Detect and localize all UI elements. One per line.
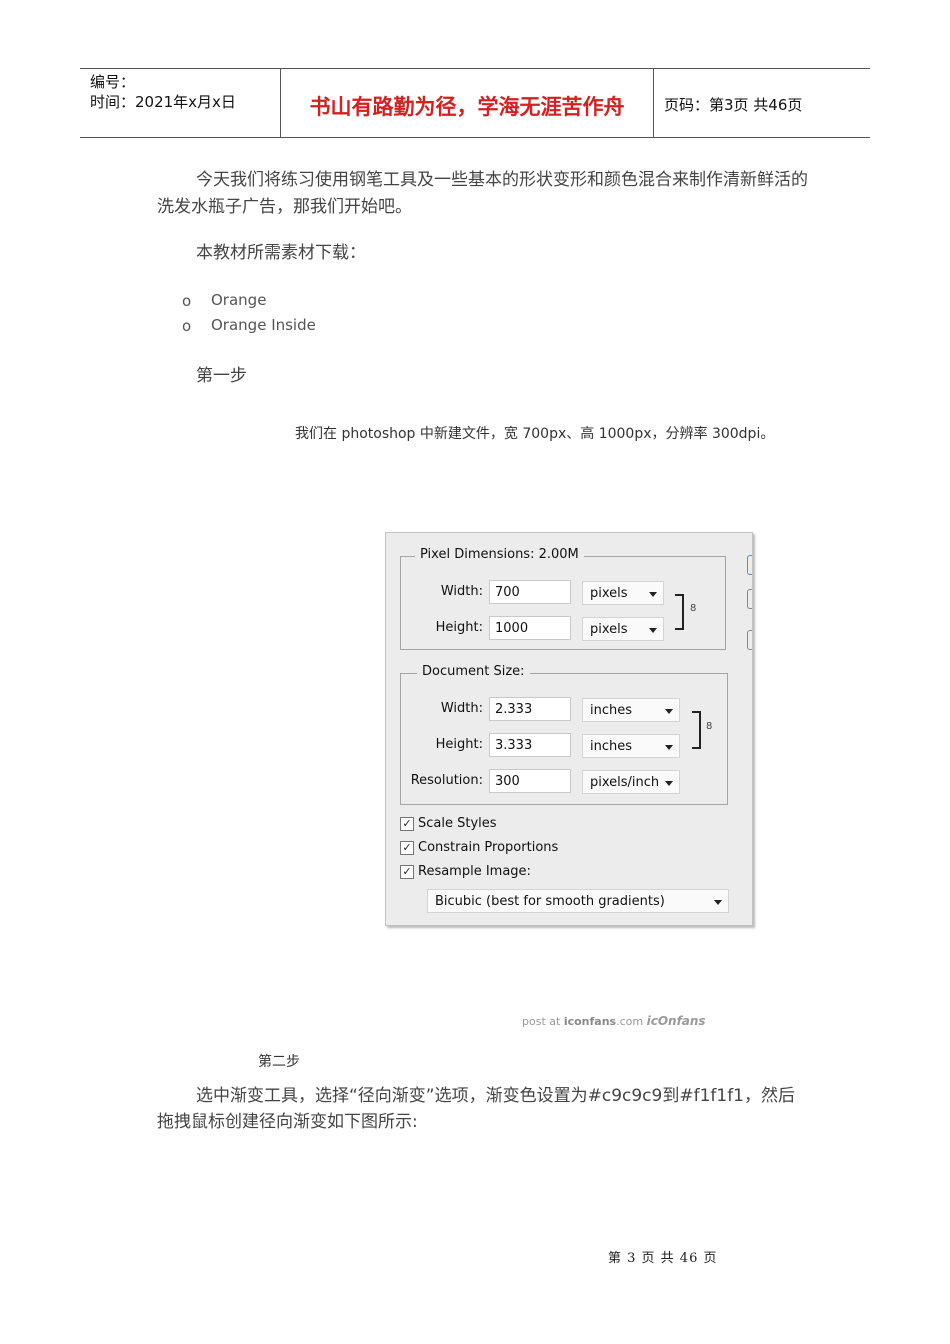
resolution-unit-select[interactable]: pixels/inch xyxy=(582,770,680,794)
doc-height-unit-select[interactable]: inches xyxy=(582,734,680,758)
chevron-down-icon xyxy=(665,745,673,750)
chain-link-icon[interactable]: 8 xyxy=(706,721,712,732)
scale-styles-label: Scale Styles xyxy=(418,816,497,831)
image-size-dialog: Pixel Dimensions: 2.00M Width: 700 pixel… xyxy=(385,532,753,926)
materials-heading: 本教材所需素材下载： xyxy=(196,243,366,263)
step2-title: 第二步 xyxy=(258,1054,300,1070)
chevron-down-icon xyxy=(714,900,722,905)
pixel-width-label: Width: xyxy=(440,584,483,599)
resample-method-value: Bicubic (best for smooth gradients) xyxy=(435,894,665,909)
bullet-marker: o xyxy=(182,317,192,335)
bullet-marker: o xyxy=(182,292,192,310)
step2-line-1: 选中渐变工具，选择“径向渐变”选项，渐变色设置为#c9c9c9到#f1f1f1，… xyxy=(196,1086,795,1106)
doc-width-input[interactable]: 2.333 xyxy=(489,697,571,721)
watermark-site: iconfans xyxy=(563,1015,617,1028)
pixel-width-unit-value: pixels xyxy=(590,586,628,601)
document-number-label: 编号： xyxy=(90,73,136,91)
step1-title: 第一步 xyxy=(196,366,247,386)
resample-image-checkbox[interactable]: ✓ xyxy=(400,865,414,879)
pixel-height-unit-value: pixels xyxy=(590,622,628,637)
auto-button-edge[interactable] xyxy=(747,630,752,650)
pixel-width-input[interactable]: 700 xyxy=(489,580,571,604)
pixel-width-unit-select[interactable]: pixels xyxy=(582,581,664,605)
header-motto-cell: 书山有路勤为径，学海无涯苦作舟 xyxy=(281,69,654,137)
resample-image-label: Resample Image: xyxy=(418,864,531,879)
chain-link-icon[interactable]: 8 xyxy=(690,603,696,614)
watermark-suffix: .com xyxy=(616,1015,644,1028)
resolution-input[interactable]: 300 xyxy=(489,769,571,793)
material-link-orange[interactable]: Orange xyxy=(211,291,266,309)
link-bracket-icon xyxy=(692,711,701,749)
step1-description: 我们在 photoshop 中新建文件，宽 700px、高 1000px，分辨率… xyxy=(295,426,775,442)
source-watermark: post at iconfans.com icOnfans xyxy=(522,1014,706,1028)
intro-line-1: 今天我们将练习使用钢笔工具及一些基本的形状变形和颜色混合来制作清新鲜活的 xyxy=(196,170,808,190)
chevron-down-icon xyxy=(649,592,657,597)
chevron-down-icon xyxy=(665,781,673,786)
step2-line-2: 拖拽鼠标创建径向渐变如下图所示: xyxy=(157,1112,418,1132)
resolution-label: Resolution: xyxy=(410,773,483,788)
intro-line-2: 洗发水瓶子广告，那我们开始吧。 xyxy=(157,197,412,217)
header-page-info: 页码：第3页 共46页 xyxy=(664,96,803,114)
pixel-height-input[interactable]: 1000 xyxy=(489,616,571,640)
resolution-unit-value: pixels/inch xyxy=(590,775,660,790)
doc-height-input[interactable]: 3.333 xyxy=(489,733,571,757)
doc-height-unit-value: inches xyxy=(590,739,633,754)
page-header: 编号： 时间：2021年x月x日 书山有路勤为径，学海无涯苦作舟 页码：第3页 … xyxy=(80,68,870,138)
header-meta-cell: 编号： 时间：2021年x月x日 xyxy=(80,69,281,137)
document-size-legend: Document Size: xyxy=(417,664,530,679)
doc-width-unit-value: inches xyxy=(590,703,633,718)
cancel-button-edge[interactable] xyxy=(747,589,752,609)
link-bracket-icon xyxy=(675,594,684,630)
ok-button-edge[interactable] xyxy=(747,555,752,575)
pixel-height-label: Height: xyxy=(435,620,483,635)
page-footer: 第 3 页 共 46 页 xyxy=(608,1251,718,1266)
resample-method-select[interactable]: Bicubic (best for smooth gradients) xyxy=(427,889,729,913)
header-page-cell: 页码：第3页 共46页 xyxy=(654,69,870,137)
header-motto: 书山有路勤为径，学海无涯苦作舟 xyxy=(309,94,625,119)
watermark-prefix: post at xyxy=(522,1015,564,1028)
scale-styles-checkbox[interactable]: ✓ xyxy=(400,817,414,831)
pixel-dimensions-legend: Pixel Dimensions: 2.00M xyxy=(415,547,584,562)
doc-height-label: Height: xyxy=(435,737,483,752)
material-link-orange-inside[interactable]: Orange Inside xyxy=(211,316,316,334)
pixel-height-unit-select[interactable]: pixels xyxy=(582,617,664,641)
constrain-proportions-checkbox[interactable]: ✓ xyxy=(400,841,414,855)
doc-width-unit-select[interactable]: inches xyxy=(582,698,680,722)
chevron-down-icon xyxy=(665,709,673,714)
watermark-logo: icOnfans xyxy=(646,1014,706,1028)
document-time-label: 时间：2021年x月x日 xyxy=(90,93,236,111)
constrain-proportions-label: Constrain Proportions xyxy=(418,840,559,855)
doc-width-label: Width: xyxy=(440,701,483,716)
chevron-down-icon xyxy=(649,628,657,633)
